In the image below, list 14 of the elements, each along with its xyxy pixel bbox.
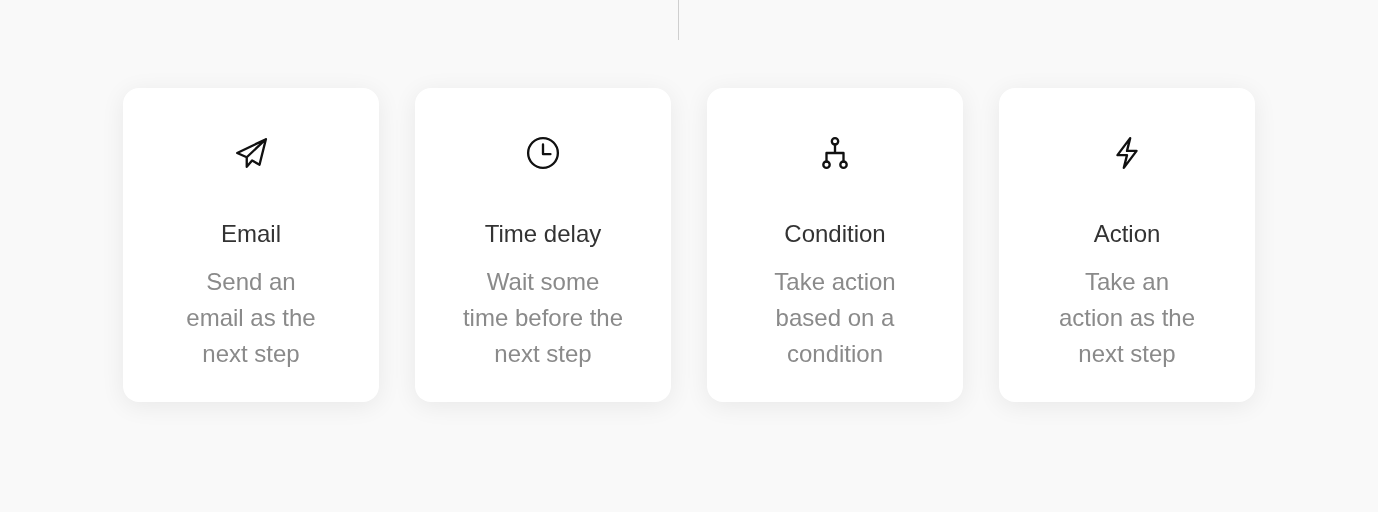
paper-plane-icon (234, 136, 268, 170)
clock-icon (526, 136, 560, 170)
step-card[interactable]: Action Take an action as the next step (999, 88, 1255, 402)
step-card[interactable]: Email Send an email as the next step (123, 88, 379, 402)
step-title: Condition (784, 220, 886, 248)
step-description: Send an email as the next step (186, 267, 316, 369)
step-title: Time delay (484, 220, 602, 248)
step-description: Take an action as the next step (1058, 267, 1196, 369)
step-card[interactable]: Condition Take action based on a condition (707, 88, 963, 402)
step-title: Action (1093, 220, 1161, 248)
step-card[interactable]: Time delay Wait some time before the next step (415, 88, 671, 402)
step-description: Wait some time before the next step (462, 267, 624, 369)
step-title: Email (221, 220, 281, 248)
step-description: Take action based on a condition (774, 267, 896, 369)
